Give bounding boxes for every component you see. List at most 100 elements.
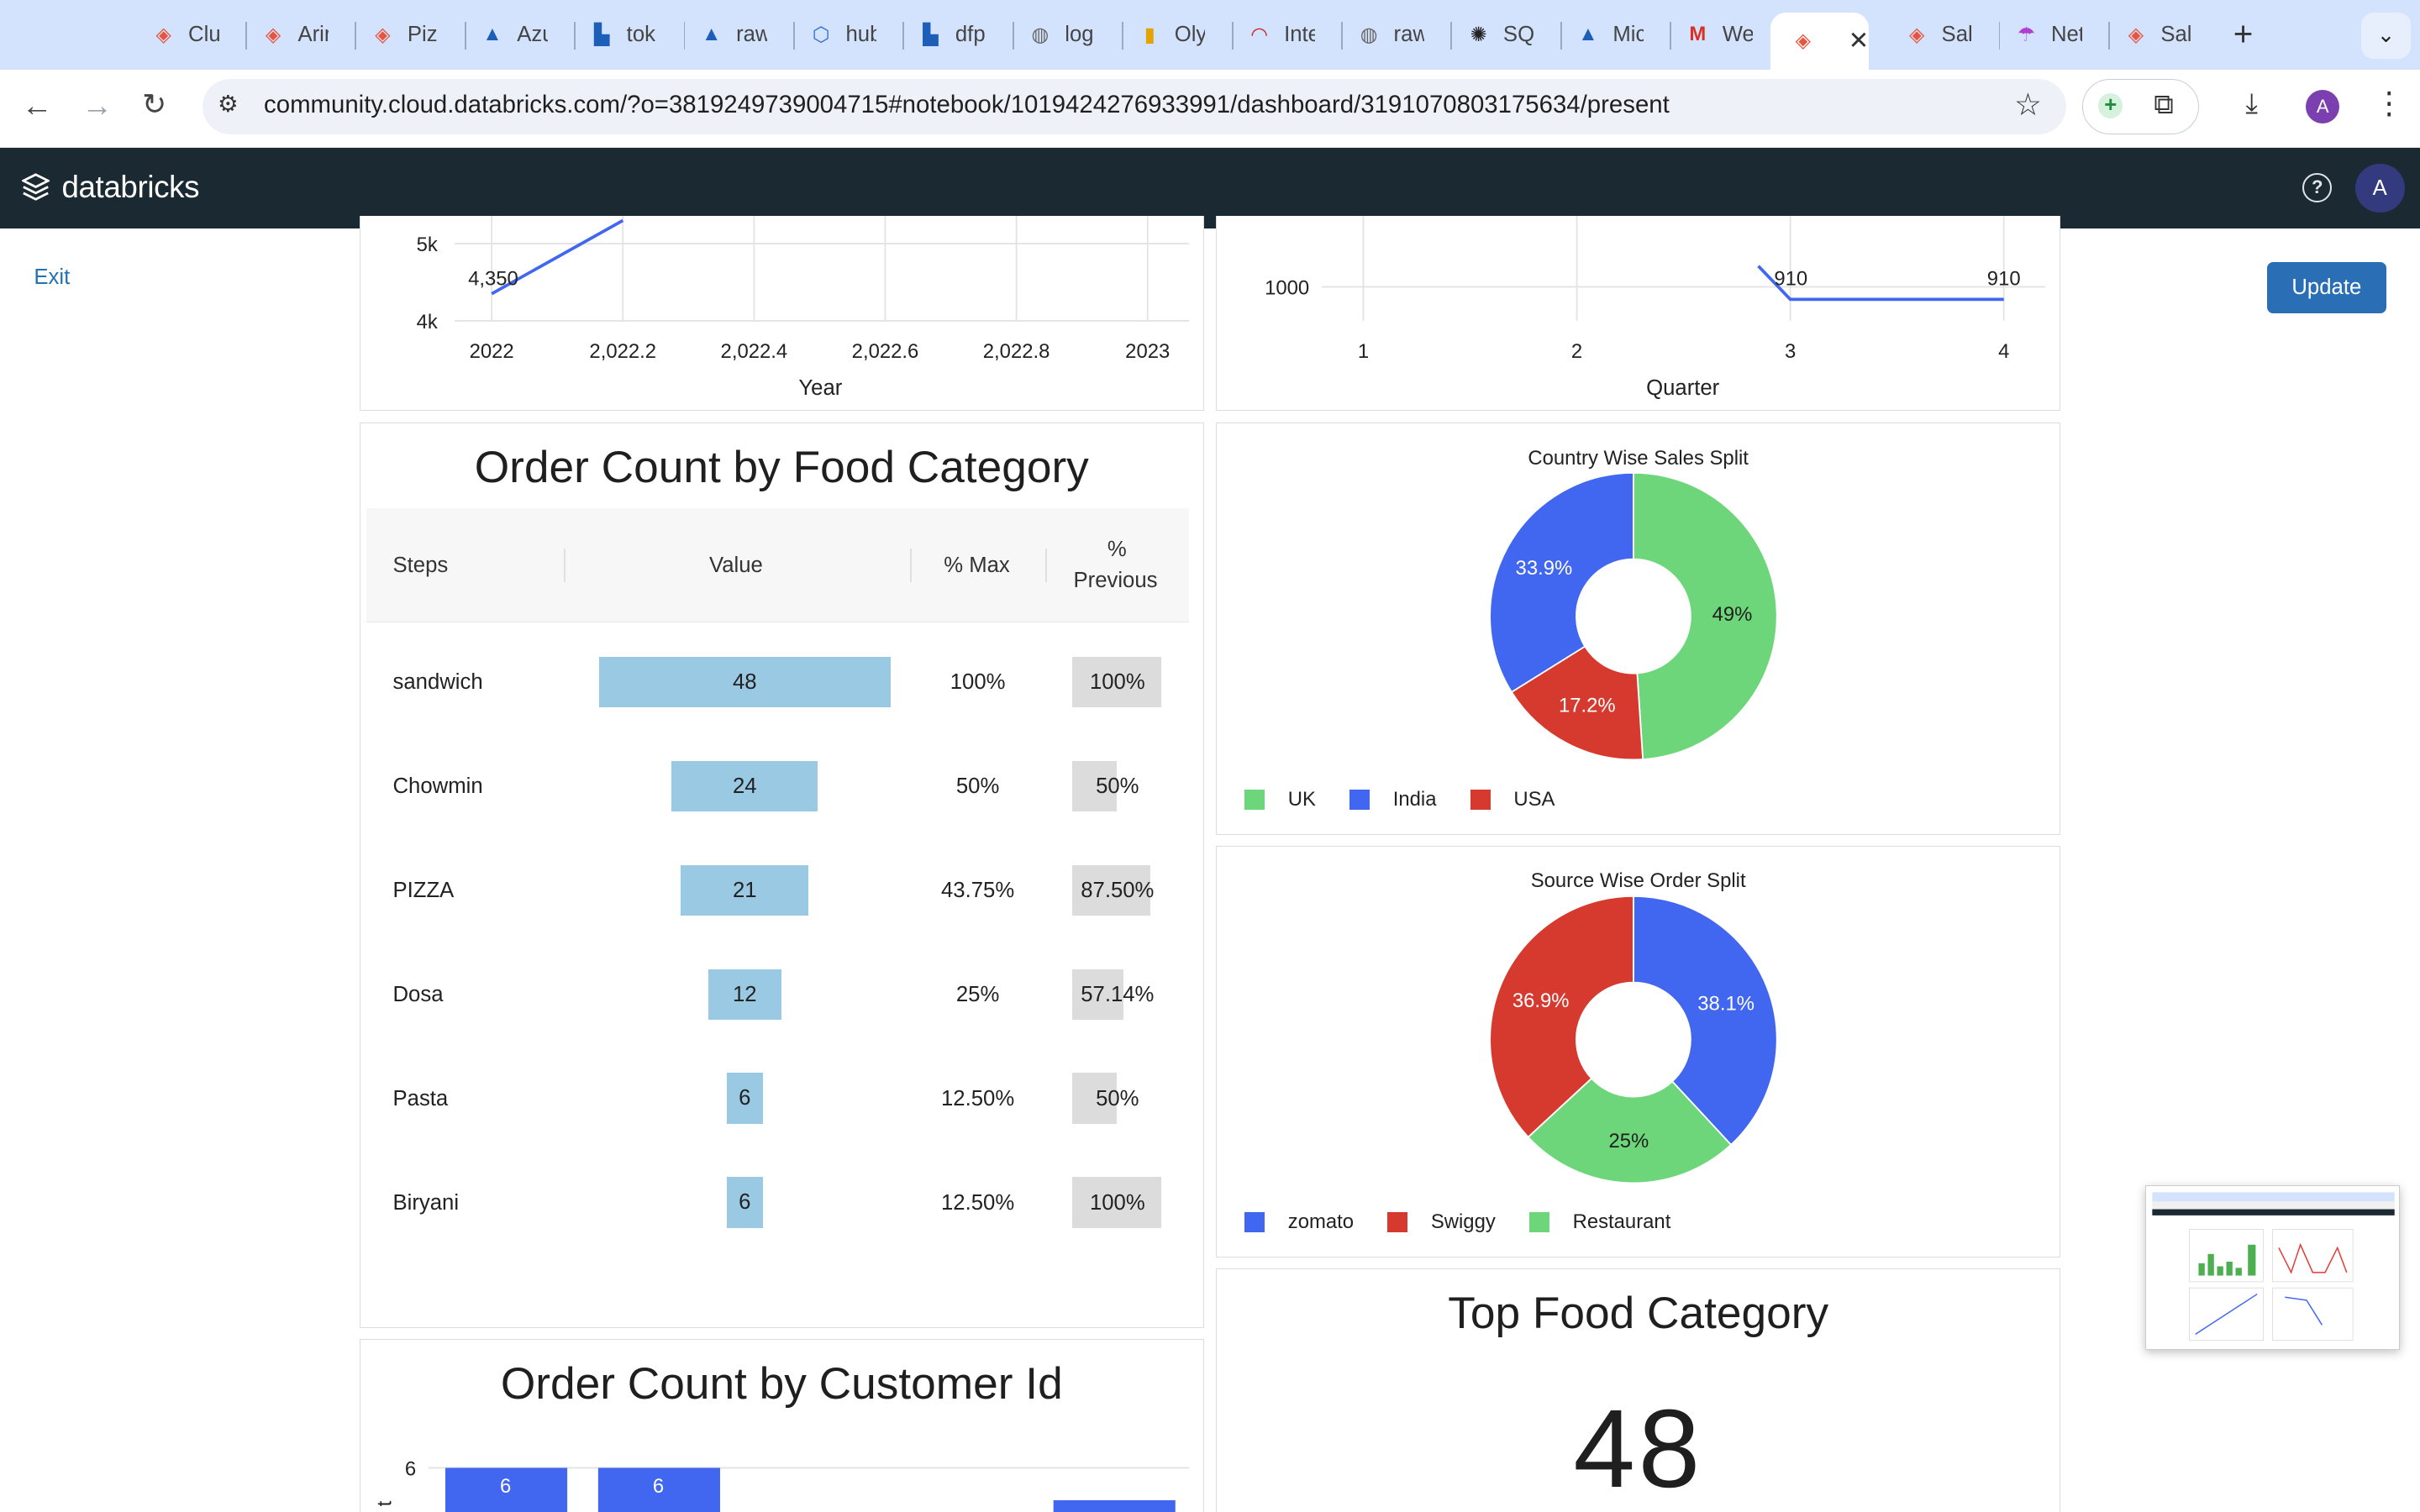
browser-tab[interactable]: ▲ raw bbox=[699, 13, 767, 57]
site-settings-icon[interactable]: ⚙ bbox=[218, 91, 239, 118]
legend-label-zomato[interactable]: zomato bbox=[1288, 1210, 1354, 1234]
browser-menu-icon[interactable]: ⋮ bbox=[2374, 85, 2405, 121]
chart-icon: ▮ bbox=[1144, 23, 1155, 46]
tab-search-button[interactable]: ⌄ bbox=[2361, 12, 2411, 59]
databricks-logo[interactable]: databricks bbox=[21, 170, 200, 205]
browser-tab-title: Piz bbox=[407, 22, 438, 46]
funnel-pct-max: 100% bbox=[950, 670, 1006, 695]
download-icon[interactable]: ⤓ bbox=[2245, 88, 2258, 120]
funnel-table-header: Steps Value % Max % Previous bbox=[366, 508, 1190, 623]
browser-tab[interactable]: ▙ dfp bbox=[918, 13, 986, 57]
new-tab-button[interactable]: + bbox=[2233, 14, 2254, 54]
browser-tab[interactable]: ◍ raw bbox=[1356, 13, 1425, 57]
funnel-pct-max: 12.50% bbox=[941, 1087, 1015, 1111]
browser-tab[interactable]: ◈ Piz bbox=[371, 13, 439, 57]
databricks-icon: ◈ bbox=[155, 23, 171, 46]
tab-separator bbox=[1341, 21, 1343, 50]
browser-tab[interactable]: ◈ Clu bbox=[151, 13, 218, 57]
source-legend: zomato Swiggy Restaurant bbox=[1244, 1210, 1704, 1234]
funnel-row: Chowmin 24 50% 50% bbox=[366, 734, 1189, 839]
browser-tab[interactable]: ▲ Azu bbox=[480, 13, 548, 57]
legend-swatch-india bbox=[1349, 789, 1370, 810]
chevron-down-icon: ⌄ bbox=[2376, 24, 2396, 48]
top-food-title: Top Food Category bbox=[1448, 1288, 1829, 1338]
funnel-step-label: PIZZA bbox=[392, 879, 455, 903]
user-avatar[interactable]: A bbox=[2354, 163, 2405, 213]
browser-tab[interactable]: ▮ Oly bbox=[1138, 13, 1206, 57]
databricks-logo-icon bbox=[21, 173, 50, 202]
databricks-logo-text: databricks bbox=[61, 170, 200, 205]
browser-tab[interactable]: ◈ Sal bbox=[2123, 13, 2191, 57]
globe-icon: ◍ bbox=[1360, 23, 1378, 46]
url-text[interactable]: community.cloud.databricks.com/?o=381924… bbox=[264, 91, 1670, 119]
databricks-icon: ◈ bbox=[2128, 23, 2144, 46]
browser-tab[interactable]: ⬡ hub bbox=[808, 13, 877, 57]
funnel-row: PIZZA 21 43.75% 87.50% bbox=[366, 838, 1189, 943]
browser-tab[interactable]: ◍ log bbox=[1028, 13, 1096, 57]
country-sales-donut: Country Wise Sales Split 49% 17.2% 33.9%… bbox=[1216, 423, 2060, 835]
browser-tab-title: hub bbox=[845, 22, 876, 46]
browser-tab[interactable]: ▙ tok bbox=[590, 13, 658, 57]
browser-tab-title: Net bbox=[2050, 22, 2082, 46]
legend-label-swiggy[interactable]: Swiggy bbox=[1431, 1210, 1496, 1234]
extensions-puzzle-icon[interactable]: ⧉ bbox=[2154, 89, 2174, 121]
funnel-pct-max: 25% bbox=[955, 983, 1000, 1007]
browser-tab[interactable]: ▲ Mic bbox=[1576, 13, 1644, 57]
funnel-pct-max: 12.50% bbox=[941, 1191, 1015, 1215]
funnel-pct-max: 50% bbox=[955, 774, 1000, 799]
funnel-value-bar: 48 bbox=[598, 656, 891, 708]
yearly-chart-y-tick-5k: 5k bbox=[417, 234, 438, 256]
browser-tab[interactable]: ◈ Arir bbox=[260, 13, 329, 57]
legend-label-usa[interactable]: USA bbox=[1513, 788, 1555, 811]
dashboard-thumbnail-preview[interactable] bbox=[2145, 1184, 2401, 1351]
browser-tab[interactable]: ✺ SQ bbox=[1466, 13, 1534, 57]
user-avatar-initial: A bbox=[2372, 176, 2387, 200]
funnel-row: Dosa 12 25% 57.14% bbox=[366, 942, 1189, 1047]
browser-tab-strip: ◈ Clu ◈ Arir ◈ Piz ▲ Azu ▙ tok ▲ raw ⬡ hub ▙ dfp ◍ log ▮ Ol… bbox=[0, 0, 2420, 70]
browser-tab[interactable]: M We bbox=[1686, 13, 1754, 57]
extension-plus-icon[interactable]: + bbox=[2098, 93, 2123, 118]
bookmark-star-icon[interactable]: ☆ bbox=[2014, 87, 2042, 123]
legend-label-uk[interactable]: UK bbox=[1288, 788, 1316, 811]
legend-label-restaurant[interactable]: Restaurant bbox=[1573, 1210, 1671, 1234]
browser-tab-title: log bbox=[1065, 22, 1094, 46]
tab-separator bbox=[793, 21, 795, 50]
yearly-chart-x-tick: 2,022.4 bbox=[720, 340, 787, 363]
browser-tab[interactable]: ◈ Sal bbox=[1904, 13, 1972, 57]
tab-separator bbox=[1670, 21, 1672, 50]
browser-tab-title: Sal bbox=[1941, 22, 1973, 46]
quarterly-chart-y-tick-1000: 1000 bbox=[1265, 277, 1309, 300]
browser-tab-title: SQ bbox=[1502, 22, 1534, 46]
tab-separator bbox=[1560, 21, 1562, 50]
customer-order-chart: Order Count by Customer Id 6 t 6 6 bbox=[359, 1339, 1204, 1512]
back-arrow-icon[interactable]: ← bbox=[22, 88, 53, 123]
reload-icon[interactable]: ↻ bbox=[142, 88, 166, 122]
exit-link[interactable]: Exit bbox=[34, 265, 70, 290]
address-bar[interactable]: ⚙ community.cloud.databricks.com/?o=3819… bbox=[202, 78, 2067, 134]
legend-label-india[interactable]: India bbox=[1393, 788, 1437, 811]
yearly-chart-x-tick: 2,022.6 bbox=[852, 340, 919, 363]
quarterly-chart-x-tick: 2 bbox=[1571, 340, 1582, 363]
help-icon[interactable]: ? bbox=[2302, 172, 2333, 202]
header-pct-previous-label: Previous bbox=[1073, 568, 1158, 592]
funnel-step-label: Chowmin bbox=[392, 774, 483, 799]
funnel-value-bar: 21 bbox=[681, 864, 809, 916]
browser-toolbar: ← → ↻ ⚙ community.cloud.databricks.com/?… bbox=[0, 69, 2420, 149]
browser-tab-title: raw bbox=[736, 22, 767, 46]
country-legend: UK India USA bbox=[1244, 788, 1588, 811]
browser-profile-avatar[interactable]: A bbox=[2306, 89, 2340, 123]
quarterly-chart-x-tick: 4 bbox=[1998, 340, 2009, 363]
browser-tab[interactable]: ☂ Net bbox=[2014, 13, 2082, 57]
funnel-pct-previous: 57.14% bbox=[1081, 983, 1155, 1007]
close-tab-icon[interactable]: ✕ bbox=[1849, 26, 1870, 55]
header-divider bbox=[564, 549, 566, 583]
azure-icon: ▲ bbox=[701, 23, 722, 46]
browser-tab-title: Oly bbox=[1174, 22, 1206, 46]
forward-arrow-icon[interactable]: → bbox=[82, 88, 113, 123]
browser-tab-title: We bbox=[1722, 22, 1754, 46]
browser-tab-title: raw bbox=[1393, 22, 1425, 46]
tab-active[interactable]: ◈ ✕ bbox=[1770, 12, 1870, 70]
tab-separator bbox=[2107, 21, 2110, 50]
update-button[interactable]: Update bbox=[2267, 262, 2386, 313]
browser-tab[interactable]: ◠ Inte bbox=[1247, 13, 1315, 57]
